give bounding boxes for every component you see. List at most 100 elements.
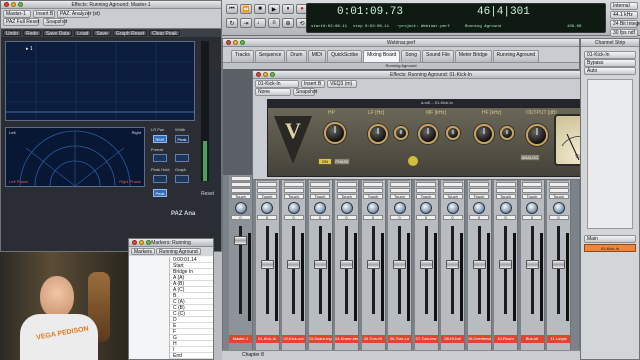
pan-value[interactable]: 0 [230, 215, 251, 220]
insert-slot[interactable] [495, 182, 516, 187]
volume-fader[interactable] [260, 260, 274, 269]
insert-slot[interactable] [416, 182, 436, 187]
pan-value[interactable]: 0 [522, 215, 542, 220]
save-data-button[interactable]: Save Data [42, 30, 73, 37]
channel-name[interactable]: 02-Kick-out [282, 335, 305, 343]
touch-select[interactable]: Touch [495, 194, 516, 199]
pan-value[interactable]: 0 [363, 215, 383, 220]
volume-fader[interactable] [472, 260, 486, 269]
insert-slot[interactable] [469, 182, 489, 187]
channel-name[interactable]: 07-Tom-low [414, 335, 438, 343]
pan-knob[interactable] [234, 202, 247, 214]
insert-slot[interactable] [283, 182, 304, 187]
send-slot[interactable] [283, 188, 304, 193]
insert-slots[interactable] [587, 79, 633, 229]
graph-button[interactable] [175, 175, 189, 183]
pan-knob[interactable] [261, 202, 273, 214]
analyzer-snapshot-button[interactable]: Snapshot [43, 18, 67, 26]
lf-gain-knob[interactable] [394, 126, 408, 140]
pan-knob[interactable] [499, 202, 512, 214]
rms-toggle[interactable]: RMS [153, 135, 167, 143]
touch-select[interactable]: Touch [389, 194, 410, 199]
mf-gain-knob[interactable] [446, 126, 460, 140]
pan-value[interactable]: 0 [257, 215, 277, 220]
main-window-titlebar[interactable]: Webinar.perf [223, 39, 579, 47]
markers-window-controls[interactable] [132, 240, 151, 245]
insert-slot[interactable] [442, 182, 463, 187]
bypass-button[interactable]: Bypass [584, 59, 636, 67]
volume-fader[interactable] [366, 260, 380, 269]
channel-strip-titlebar[interactable]: Channel Strip [581, 39, 639, 47]
pan-knob[interactable] [314, 202, 326, 214]
pan-knob[interactable] [552, 202, 565, 214]
time-counter[interactable]: 0:01:09.73 [337, 6, 403, 18]
plugin-window-controls[interactable] [256, 72, 275, 77]
tab-running-aground[interactable]: Running Aground [492, 50, 540, 62]
channel-name-button[interactable]: 01-Kick-In [584, 244, 636, 252]
send-slot[interactable] [416, 188, 436, 193]
pan-value[interactable]: 0 [495, 215, 516, 220]
automation-select[interactable]: Auto [584, 67, 636, 75]
graph-reset-button[interactable]: Graph Reset [112, 30, 148, 37]
marker-row[interactable]: End [170, 353, 213, 359]
pan-knob[interactable] [287, 202, 300, 214]
save-button[interactable]: Save [93, 30, 111, 37]
sample-rate-select[interactable]: 44.1 kHz [610, 11, 638, 19]
undo-button[interactable]: Undo [3, 30, 21, 37]
bars-beats-counter[interactable]: 46|4|301 [477, 6, 530, 18]
output-select[interactable]: Main [584, 235, 636, 243]
plugin-type-select[interactable]: VEQ3 (m) [327, 80, 357, 88]
channel-name[interactable]: 10-Room [494, 335, 517, 343]
tab-quickscribe[interactable]: QuickScribe [327, 50, 363, 62]
send-slot[interactable] [363, 188, 383, 193]
eq-on-button[interactable]: ON [318, 158, 332, 165]
send-slot[interactable] [495, 188, 516, 193]
rewind-start-icon[interactable]: ⏮ [226, 4, 238, 14]
tempo-value[interactable]: 108.00 [567, 25, 581, 29]
pan-knob[interactable] [420, 202, 432, 214]
insert-slot[interactable] [230, 182, 251, 187]
touch-select[interactable]: Touch [469, 194, 489, 199]
tab-sound-file[interactable]: Sound File [421, 50, 454, 62]
channel-name[interactable]: 08-Hi-hat [441, 335, 464, 343]
analyzer-plugin-select[interactable]: PAZ: Analyzer (st) [57, 10, 100, 18]
send-slot[interactable] [522, 188, 542, 193]
analyzer-insert-select[interactable]: Insert B [33, 10, 55, 18]
pan-value[interactable]: 0 [469, 215, 489, 220]
wait-icon[interactable]: ≡ [268, 18, 280, 28]
volume-fader[interactable] [499, 260, 512, 269]
pan-knob[interactable] [340, 202, 353, 214]
load-button[interactable]: Load [74, 30, 92, 37]
overdub-icon[interactable]: ⊕ [282, 18, 294, 28]
touch-select[interactable]: Touch [416, 194, 436, 199]
send-slot[interactable] [548, 188, 569, 193]
tab-mixing-board[interactable]: Mixing Board [363, 50, 401, 62]
hf-frequency-knob[interactable] [474, 124, 494, 144]
touch-select[interactable]: Touch [310, 194, 330, 199]
metronome-icon[interactable]: ♩ [254, 18, 266, 28]
send-slot[interactable] [230, 188, 251, 193]
lf-frequency-knob[interactable] [368, 124, 388, 144]
redo-button[interactable]: Redo [22, 30, 41, 37]
channel-name[interactable]: 04-Snare-btm [335, 335, 358, 343]
touch-select[interactable]: Touch [230, 194, 251, 199]
pan-knob[interactable] [446, 202, 459, 214]
peak-toggle[interactable]: Peak [175, 135, 189, 143]
peak-button[interactable]: Peak [153, 189, 167, 197]
insert-slot[interactable] [548, 182, 569, 187]
volume-fader[interactable] [525, 260, 539, 269]
send-slot[interactable] [442, 188, 463, 193]
touch-select[interactable]: Touch [363, 194, 383, 199]
pan-knob[interactable] [367, 202, 379, 214]
window-controls[interactable] [4, 2, 23, 7]
frequency-analyzer-display[interactable]: ▸ 1 [5, 41, 195, 121]
play-icon[interactable]: ▶ [268, 4, 280, 14]
touch-select[interactable]: Touch [442, 194, 463, 199]
markers-tab[interactable]: Markers [131, 248, 156, 255]
analyzer-preset-select[interactable]: Master-1 [3, 10, 31, 18]
pause-icon[interactable]: ⏸ [282, 4, 294, 14]
send-slot[interactable] [389, 188, 410, 193]
channel-name[interactable]: 03-Snare-top [308, 335, 332, 343]
stop-icon[interactable]: ■ [254, 4, 266, 14]
channel-name[interactable]: 05-Tom-Hi [361, 335, 385, 343]
